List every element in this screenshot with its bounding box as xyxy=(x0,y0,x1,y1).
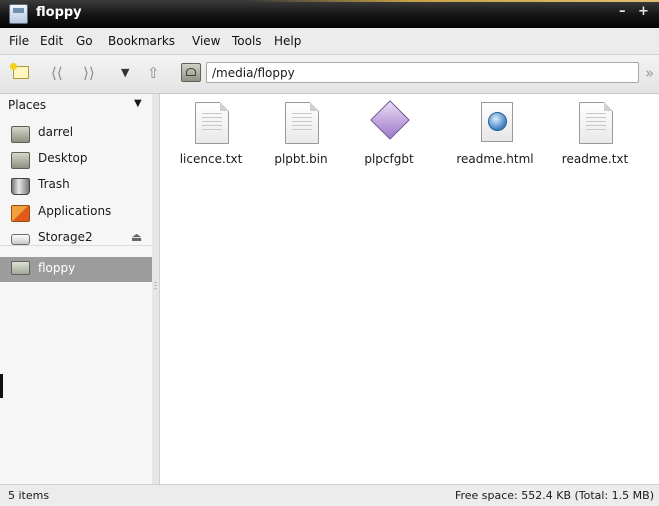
up-icon[interactable]: ⇧ xyxy=(147,64,160,82)
maximize-button[interactable]: + xyxy=(638,4,649,19)
sidebar-item-floppy[interactable]: floppy xyxy=(0,257,152,282)
sidebar-item-label: Desktop xyxy=(38,151,88,165)
file-name: readme.html xyxy=(456,152,534,166)
sidebar-item-label: Trash xyxy=(38,177,70,191)
menu-view[interactable]: View xyxy=(192,34,220,48)
file-name: plpbt.bin xyxy=(274,152,328,166)
pane-resize-grip-icon[interactable]: – – – xyxy=(152,279,159,293)
sidebar-item-applications[interactable]: Applications xyxy=(0,202,152,224)
menu-edit[interactable]: Edit xyxy=(40,34,63,48)
window-app-icon[interactable] xyxy=(9,4,28,24)
toolbar: ⟨⟨ ⟩⟩ ▼ ⇧ /media/floppy » xyxy=(0,55,659,94)
text-file-icon xyxy=(579,102,613,144)
file-name: licence.txt xyxy=(179,152,243,166)
trash-icon xyxy=(11,178,30,195)
sidebar-item-desktop[interactable]: Desktop xyxy=(0,149,152,171)
window-title: floppy xyxy=(36,5,82,20)
toolbar-overflow-icon[interactable]: » xyxy=(645,64,654,82)
eject-icon[interactable]: ⏏ xyxy=(131,230,142,244)
sidebar-item-label: Storage2 xyxy=(38,230,93,244)
menu-go[interactable]: Go xyxy=(76,34,93,48)
item-count: 5 items xyxy=(8,489,50,502)
title-bar: floppy – + xyxy=(0,0,659,28)
history-dropdown-icon[interactable]: ▼ xyxy=(121,66,129,79)
file-name: readme.txt xyxy=(561,152,629,166)
sidebar-item-storage2[interactable]: Storage2 ⏏ xyxy=(0,228,152,250)
binary-file-icon xyxy=(285,102,319,144)
status-bar: 5 items Free space: 552.4 KB (Total: 1.5… xyxy=(0,484,659,506)
desktop-folder-icon xyxy=(11,152,30,169)
sidebar-divider xyxy=(0,245,152,246)
floppy-folder-icon xyxy=(11,261,30,275)
applications-icon xyxy=(11,205,30,222)
location-field[interactable]: /media/floppy xyxy=(206,62,639,83)
minimize-button[interactable]: – xyxy=(619,4,626,19)
sidebar-item-label: floppy xyxy=(38,261,76,275)
file-item[interactable]: readme.txt xyxy=(552,100,638,166)
file-name: plpcfgbt xyxy=(364,152,414,166)
file-item[interactable]: licence.txt xyxy=(168,100,254,166)
menu-bookmarks[interactable]: Bookmarks xyxy=(108,34,175,48)
forward-icon[interactable]: ⟩⟩ xyxy=(83,64,95,82)
title-bar-accent xyxy=(250,0,659,2)
sidebar-item-label: Applications xyxy=(38,204,112,218)
home-folder-icon xyxy=(11,126,30,143)
text-file-icon xyxy=(195,102,229,144)
places-sidebar: Places ▼ darrel Desktop Trash Applicatio… xyxy=(0,94,152,484)
sidebar-item-label: darrel xyxy=(38,125,74,139)
window-edge-marker xyxy=(0,374,3,398)
places-header[interactable]: Places xyxy=(8,98,46,112)
new-tab-icon[interactable] xyxy=(10,63,29,79)
location-toggle-icon[interactable] xyxy=(181,63,201,82)
menu-bar: File Edit Go Bookmarks View Tools Help xyxy=(0,28,659,55)
back-icon[interactable]: ⟨⟨ xyxy=(51,64,63,82)
executable-icon xyxy=(370,100,410,140)
file-item[interactable]: readme.html xyxy=(452,100,538,166)
drive-icon xyxy=(11,234,30,245)
menu-file[interactable]: File xyxy=(9,34,29,48)
free-space: Free space: 552.4 KB (Total: 1.5 MB) xyxy=(454,489,654,502)
sidebar-item-darrel[interactable]: darrel xyxy=(0,123,152,145)
menu-help[interactable]: Help xyxy=(274,34,301,48)
file-view[interactable]: licence.txt plpbt.bin plpcfgbt readme.ht… xyxy=(160,94,659,484)
file-item[interactable]: plpbt.bin xyxy=(258,100,344,166)
sidebar-item-trash[interactable]: Trash xyxy=(0,175,152,197)
file-item[interactable]: plpcfgbt xyxy=(346,100,432,166)
html-file-icon xyxy=(481,102,513,142)
places-dropdown-icon[interactable]: ▼ xyxy=(134,98,142,109)
menu-tools[interactable]: Tools xyxy=(232,34,262,48)
